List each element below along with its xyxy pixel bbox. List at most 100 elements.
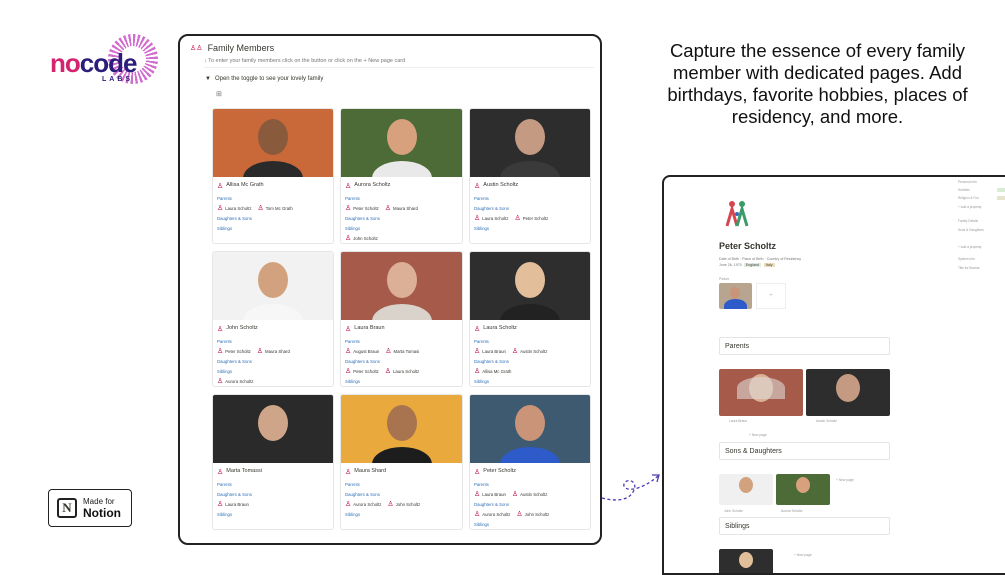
member-name[interactable]: ♙ Laura Scholtz (474, 325, 517, 333)
relation-person-link[interactable]: ♙ Allisa Mc Grath (474, 368, 511, 375)
relation-person-link[interactable]: ♙ John Scholtz (387, 501, 421, 508)
relation-person-link[interactable]: ♙ Laura Braun (474, 491, 506, 498)
member-card[interactable]: ♙ John Scholtz Parents ♙ Peter Scholtz ♙ Mau… (212, 251, 334, 387)
relation-person-name[interactable]: John Scholtz (525, 512, 550, 517)
member-name-text[interactable]: Aurora Scholtz (354, 182, 390, 190)
relation-person-link[interactable]: ♙ Peter Scholtz (217, 348, 251, 355)
relation-person-link[interactable]: ♙ Aurora Scholtz (217, 378, 253, 385)
relation-person-name[interactable]: Marta Tomasi (394, 349, 420, 354)
relation-person-name[interactable]: Laura Scholtz (482, 216, 508, 221)
relation-person-name[interactable]: Tom Mc Grath (266, 206, 293, 211)
relation-person-link[interactable]: ♙ John Scholtz (516, 511, 550, 518)
section-sons-daughters[interactable]: Sons & Daughters (719, 442, 890, 460)
member-name[interactable]: ♙ Laura Braun (345, 325, 385, 333)
relation-person-name[interactable]: Laura Braun (482, 349, 506, 354)
relation-person-link[interactable]: ♙ Laura Braun (217, 501, 249, 508)
relation-person-link[interactable]: ♙ Peter Scholtz (514, 215, 549, 222)
person-icon: ♙ (345, 235, 354, 242)
relation-person-name[interactable]: August Braun (353, 349, 379, 354)
section-parents[interactable]: Parents (719, 337, 890, 355)
side-label[interactable]: + Add a property (958, 205, 981, 209)
toggle-triangle-icon[interactable]: ▼ (205, 76, 211, 82)
photo-head (386, 119, 417, 155)
relation-person-link[interactable]: ♙ Laura Braun (474, 348, 506, 355)
add-picture-icon[interactable]: + (756, 283, 786, 309)
relation-person-link[interactable]: ♙ Maura Shard (257, 348, 290, 355)
relation-person-link[interactable]: ♙ Laura Scholtz (474, 215, 509, 222)
member-name[interactable]: ♙ Peter Scholtz (474, 468, 516, 476)
relation-person-link[interactable]: ♙ Austin Scholtz (512, 491, 547, 498)
relation-person-link[interactable]: ♙ Marta Tomasi (385, 348, 420, 355)
member-card[interactable]: ♙ Marta Tomassi Parents Daughters & Sons ♙ L… (212, 394, 334, 530)
new-page-button[interactable]: + New page (794, 553, 812, 557)
relation-person-link[interactable]: ♙ Peter Scholtz (345, 368, 379, 375)
member-name-text[interactable]: John Scholtz (226, 325, 258, 333)
member-name[interactable]: ♙ Maura Shard (345, 468, 386, 476)
relation-person-name[interactable]: Austin Scholtz (520, 492, 547, 497)
relation-person-link[interactable]: ♙ Austin Scholtz (512, 348, 547, 355)
relation-person-link[interactable]: ♙ Aurora Scholtz (345, 501, 381, 508)
member-name-text[interactable]: Austin Scholtz (483, 182, 518, 190)
relation-person-name[interactable]: John Scholtz (353, 236, 378, 241)
member-card[interactable]: ♙ Austin Scholtz Parents Daughters & Sons ♙ … (469, 108, 591, 244)
relation-person-name[interactable]: Laura Braun (482, 492, 506, 497)
relation-person-name[interactable]: Peter Scholtz (523, 216, 549, 221)
member-name[interactable]: ♙ Aurora Scholtz (345, 182, 390, 190)
relation-person-name[interactable]: Peter Scholtz (225, 349, 251, 354)
section-siblings[interactable]: Siblings (719, 517, 890, 535)
relation-person-link[interactable]: ♙ August Braun (345, 348, 379, 355)
parent-photo-laura[interactable] (719, 369, 803, 416)
member-name[interactable]: ♙ John Scholtz (217, 325, 258, 333)
relation-person-name[interactable]: Laura Scholtz (225, 206, 251, 211)
member-name-text[interactable]: Peter Scholtz (483, 468, 516, 476)
new-page-button[interactable]: + New page (749, 433, 767, 437)
member-name-text[interactable]: Marta Tomassi (226, 468, 262, 476)
member-card[interactable]: ♙ Allisa Mc Grath Parents ♙ Laura Scholtz ♙ … (212, 108, 334, 244)
relation-person-link[interactable]: ♙ John Scholtz (345, 235, 378, 242)
family-toggle[interactable]: ▼ Open the toggle to see your lovely fam… (205, 76, 323, 82)
relation-person-link[interactable]: ♙ Peter Scholtz (345, 205, 379, 212)
relation-person-name[interactable]: Laura Scholtz (393, 369, 419, 374)
relation-person-name[interactable]: Allisa Mc Grath (482, 369, 511, 374)
relation-person-name[interactable]: Maura Shard (393, 206, 418, 211)
member-name[interactable]: ♙ Austin Scholtz (474, 182, 518, 190)
notion-icon: N (57, 498, 77, 518)
member-card[interactable]: ♙ Maura Shard Parents Daughters & Sons ♙ Aur… (340, 394, 463, 530)
relation-person-link[interactable]: ♙ Aurora Scholtz (474, 511, 510, 518)
member-name[interactable]: ♙ Marta Tomassi (217, 468, 262, 476)
relation-person-link[interactable]: ♙ Maura Shard (385, 205, 418, 212)
relations: Parents ♙ August Braun ♙ Marta Tomasi Daugh… (345, 337, 425, 386)
member-name[interactable]: ♙ Allisa Mc Grath (217, 182, 264, 190)
relation-person-link[interactable]: ♙ Laura Scholtz (385, 368, 420, 375)
child-photo-aurora[interactable] (776, 474, 830, 505)
relation-person-link[interactable]: ♙ Laura Scholtz (217, 205, 252, 212)
side-label[interactable]: + Add a property (958, 245, 981, 249)
relation-person-name[interactable]: Maura Shard (265, 349, 290, 354)
member-name-text[interactable]: Maura Shard (354, 468, 386, 476)
member-name-text[interactable]: Allisa Mc Grath (226, 182, 263, 190)
member-name-text[interactable]: Laura Braun (354, 325, 384, 333)
relation-person-name[interactable]: Aurora Scholtz (225, 379, 253, 384)
new-page-button[interactable]: + New page (836, 478, 854, 482)
toggle-label[interactable]: Open the toggle to see your lovely famil… (215, 76, 323, 82)
side-chip (997, 196, 1005, 200)
parent-photo-austin[interactable] (806, 369, 890, 416)
relation-person-name[interactable]: Peter Scholtz (353, 369, 379, 374)
member-card[interactable]: ♙ Laura Scholtz Parents ♙ Laura Braun ♙ Aust… (469, 251, 591, 387)
member-card[interactable]: ♙ Aurora Scholtz Parents ♙ Peter Scholtz ♙ M… (340, 108, 463, 244)
member-card[interactable]: ♙ Laura Braun Parents ♙ August Braun ♙ Marta… (340, 251, 463, 387)
relation-person-name[interactable]: Austin Scholtz (520, 349, 547, 354)
relation-person-name[interactable]: John Scholtz (396, 502, 421, 507)
relation-person-name[interactable]: Peter Scholtz (353, 206, 379, 211)
relation-person-name[interactable]: Aurora Scholtz (482, 512, 510, 517)
relation-person-link[interactable]: ♙ Tom Mc Grath (258, 205, 293, 212)
relation-people: ♙ Peter Scholtz ♙ Maura Shard (217, 347, 296, 357)
sibling-photo-laura[interactable] (719, 549, 773, 573)
member-name-text[interactable]: Laura Scholtz (483, 325, 517, 333)
relation-person-name[interactable]: Laura Braun (225, 502, 249, 507)
child-photo-john[interactable] (719, 474, 773, 505)
member-card[interactable]: ♙ Peter Scholtz Parents ♙ Laura Braun ♙ Aust… (469, 394, 591, 530)
person-icon: ♙ (514, 215, 523, 222)
relation-person-name[interactable]: Aurora Scholtz (353, 502, 381, 507)
gallery-view-icon[interactable]: ⊞ (216, 90, 222, 98)
